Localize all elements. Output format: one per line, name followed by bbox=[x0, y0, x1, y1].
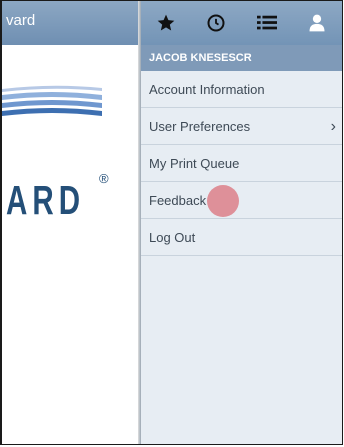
user-name-band: JACOB KNESESCR bbox=[141, 45, 342, 71]
background-header-title: vard bbox=[6, 12, 36, 29]
user-name: JACOB KNESESCR bbox=[149, 52, 252, 64]
menu-item-my-print-queue[interactable]: My Print Queue bbox=[141, 145, 342, 182]
menu-item-label: My Print Queue bbox=[149, 156, 240, 171]
menu-item-account-information[interactable]: Account Information bbox=[141, 71, 342, 108]
chevron-right-icon: › bbox=[330, 118, 336, 135]
menu-item-label: Log Out bbox=[149, 230, 196, 245]
menu-item-label: User Preferences bbox=[149, 119, 251, 134]
logo-wordmark: ARD bbox=[6, 177, 86, 223]
favorites-button[interactable] bbox=[152, 9, 180, 37]
history-button[interactable] bbox=[202, 9, 230, 37]
logo-stripes bbox=[2, 85, 102, 116]
app-frame: vard ARD ® JACOB KNESESCR Account Inform… bbox=[0, 0, 343, 445]
star-icon bbox=[157, 14, 175, 31]
menu-item-label: Feedback bbox=[149, 193, 207, 208]
user-menu-list: Account Information User Preferences › M… bbox=[141, 71, 342, 256]
user-button[interactable] bbox=[303, 9, 331, 37]
registered-mark: ® bbox=[99, 171, 109, 186]
menu-icon-bar bbox=[141, 1, 342, 45]
menu-item-user-preferences[interactable]: User Preferences › bbox=[141, 108, 342, 145]
clock-icon bbox=[207, 14, 225, 32]
user-icon bbox=[309, 14, 325, 32]
menu-item-label: Account Information bbox=[149, 82, 265, 97]
menu-item-log-out[interactable]: Log Out bbox=[141, 219, 342, 256]
menu-item-feedback[interactable]: Feedback bbox=[141, 182, 342, 219]
user-menu-panel: JACOB KNESESCR Account Information User … bbox=[141, 1, 342, 444]
list-button[interactable] bbox=[253, 9, 281, 37]
tap-indicator bbox=[207, 185, 239, 217]
background-app: vard ARD ® bbox=[2, 1, 140, 444]
list-icon bbox=[256, 15, 277, 30]
background-header: vard bbox=[2, 1, 140, 45]
